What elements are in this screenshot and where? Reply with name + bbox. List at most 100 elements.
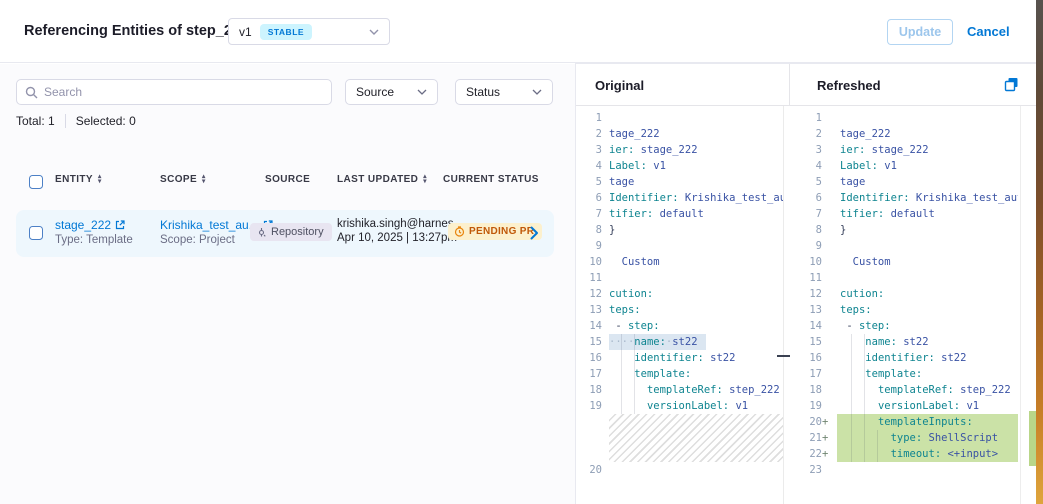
code-line: 10 Custom [576, 254, 783, 270]
updated-at: Apr 10, 2025 | 13:27pm [337, 232, 463, 244]
added-line-marker [822, 142, 830, 158]
line-number: 3 [576, 142, 602, 158]
code-line: 18 templateRef: step_222 [576, 382, 783, 398]
added-line-marker [822, 158, 830, 174]
code-line: 7tifier: default [789, 206, 1018, 222]
search-input[interactable] [44, 85, 323, 99]
added-line-marker [822, 254, 830, 270]
code-line: 9 [576, 238, 783, 254]
code-line: 2tage_222 [789, 126, 1018, 142]
code-line: 15····name:·st22 [576, 334, 783, 350]
code-line: 19 versionLabel: v1 [789, 398, 1018, 414]
code-line: 12cution: [789, 286, 1018, 302]
line-number: 15 [789, 334, 822, 350]
original-code-pane[interactable]: 12tage_2223ier: stage_2224Label: v15tage… [576, 106, 784, 504]
column-current-status: CURRENT STATUS [443, 174, 539, 185]
last-updated-cell: krishika.singh@harnes... Apr 10, 2025 | … [337, 218, 463, 244]
code-line: 16 identifier: st22 [789, 350, 1018, 366]
added-line-marker [822, 222, 830, 238]
external-link-icon[interactable] [115, 220, 125, 230]
select-all-checkbox[interactable] [29, 175, 43, 189]
version-select[interactable]: v1 STABLE [228, 18, 390, 45]
divider [65, 114, 66, 128]
status-filter[interactable]: Status [455, 79, 553, 105]
chevron-down-icon [417, 89, 427, 95]
added-line-marker [822, 126, 830, 142]
code-line: 1 [576, 110, 783, 126]
code-line: 6Identifier: Krishika_test_aut [576, 190, 783, 206]
sort-icon[interactable]: ▴▾ [98, 175, 102, 184]
refreshed-code-pane[interactable]: 12tage_2223ier: stage_2224Label: v15tage… [789, 106, 1018, 504]
sort-icon[interactable]: ▴▾ [423, 175, 427, 184]
added-line-marker [822, 382, 830, 398]
code-line: 22+ timeout: <+input> [789, 446, 1018, 462]
yaml-diff-panel: Original Refreshed 12tage_2223ier: stage… [575, 63, 1036, 504]
indent-guide [634, 334, 635, 414]
code-line: 14 - step: [789, 318, 1018, 334]
indent-guide [864, 334, 865, 462]
line-number: 13 [576, 302, 602, 318]
status-badge: PENDING PR [448, 223, 542, 240]
background-page-edge [1036, 0, 1043, 504]
expand-row-chevron-icon[interactable] [530, 226, 539, 240]
line-number: 2 [576, 126, 602, 142]
line-number: 5 [789, 174, 822, 190]
line-number: 6 [576, 190, 602, 206]
line-number: 19 [576, 398, 602, 414]
row-checkbox[interactable] [29, 226, 43, 240]
line-number: 9 [576, 238, 602, 254]
line-number: 23 [789, 462, 822, 478]
code-line: 23 [789, 462, 1018, 478]
entity-link[interactable]: stage_222 [55, 218, 111, 232]
added-line-marker [822, 110, 830, 126]
code-line: 18 templateRef: step_222 [789, 382, 1018, 398]
code-line: 4Label: v1 [576, 158, 783, 174]
line-number: 16 [576, 350, 602, 366]
code-line: 4Label: v1 [789, 158, 1018, 174]
diff-header: Original Refreshed [576, 64, 1036, 106]
added-line-marker: + [822, 446, 830, 462]
clock-icon [454, 226, 465, 237]
line-number: 18 [576, 382, 602, 398]
column-last-updated[interactable]: LAST UPDATED ▴▾ [337, 174, 427, 185]
table-row[interactable]: stage_222 Type: Template Krishika_test_a… [16, 210, 554, 257]
line-number: 18 [789, 382, 822, 398]
copy-icon[interactable] [1004, 77, 1019, 92]
status-badge-label: PENDING PR [469, 226, 534, 237]
line-number: 20 [576, 462, 602, 478]
line-number: 20 [789, 414, 822, 430]
column-entity[interactable]: ENTITY ▴▾ [55, 174, 102, 185]
line-number: 11 [576, 270, 602, 286]
code-line: 5tage [576, 174, 783, 190]
added-line-marker: + [822, 430, 830, 446]
sort-icon[interactable]: ▴▾ [202, 175, 206, 184]
added-line-marker: + [822, 414, 830, 430]
indent-guide [877, 430, 878, 462]
source-filter[interactable]: Source [345, 79, 438, 105]
code-line: 8} [576, 222, 783, 238]
code-line: 10 Custom [789, 254, 1018, 270]
code-line: 16 identifier: st22 [576, 350, 783, 366]
update-button[interactable]: Update [887, 19, 953, 45]
line-number: 10 [576, 254, 602, 270]
line-number: 21 [789, 430, 822, 446]
scrollbar-track[interactable] [1020, 106, 1021, 504]
chevron-down-icon [532, 89, 542, 95]
total-count: Total: 1 [16, 114, 55, 128]
line-number: 16 [789, 350, 822, 366]
cancel-button[interactable]: Cancel [967, 24, 1010, 39]
code-line: 11 [576, 270, 783, 286]
indent-guide [621, 334, 622, 414]
column-scope[interactable]: SCOPE ▴▾ [160, 174, 206, 185]
search-box[interactable] [16, 79, 332, 105]
line-number: 22 [789, 446, 822, 462]
line-number: 12 [789, 286, 822, 302]
scope-link[interactable]: Krishika_test_au... [160, 218, 259, 232]
code-line: 17 template: [789, 366, 1018, 382]
table-header: ENTITY ▴▾ SCOPE ▴▾ SOURCE LAST UPDATED ▴… [16, 174, 554, 192]
search-icon [25, 86, 38, 99]
entity-cell: stage_222 Type: Template [55, 218, 133, 246]
chevron-down-icon [369, 29, 379, 35]
line-number: 6 [789, 190, 822, 206]
status-filter-label: Status [466, 85, 500, 99]
